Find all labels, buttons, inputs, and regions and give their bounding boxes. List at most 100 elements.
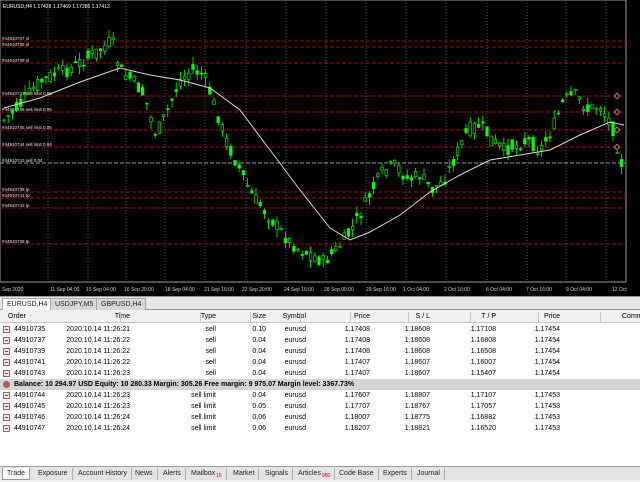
candle-body	[481, 121, 485, 124]
cell-type: sell limit	[191, 403, 216, 410]
column-separator[interactable]	[300, 312, 301, 322]
terminal-tab[interactable]: News	[131, 468, 158, 480]
cell-tp: 1.16520	[470, 425, 496, 432]
x-axis-tick-label: 22 Sep 20:00	[242, 287, 272, 293]
order-icon	[3, 348, 10, 355]
x-axis-tick-label: 9 Oct 04:00	[566, 287, 592, 293]
candle-body	[535, 152, 539, 155]
candle-body	[6, 114, 10, 117]
column-separator[interactable]	[200, 312, 201, 322]
candle-body	[518, 148, 523, 150]
chart-canvas[interactable]: #44910737 sl#44910735 sl #44910739 sl #449…	[0, 0, 640, 296]
column-header[interactable]: Comm	[622, 311, 640, 323]
pending-order-row[interactable]: 44910746 2020.10.14 11:26:24 sell limit 0.0…	[0, 412, 640, 423]
column-separator[interactable]	[120, 312, 121, 322]
candle-body	[544, 137, 548, 142]
open-order-row[interactable]: 44910741 2020.10.14 11:26:22 sell 0.04 eurus…	[0, 357, 640, 368]
candle-body	[262, 210, 267, 215]
column-separator[interactable]	[250, 312, 251, 322]
candle-body	[607, 117, 611, 126]
price-chart[interactable]: #44910737 sl #44910735 sl #44910739 sl #449…	[0, 0, 640, 296]
open-order-row[interactable]: 44910743 2020.10.14 11:26:23 sell 0.04 eurus…	[0, 368, 640, 379]
candle-body	[250, 190, 254, 194]
candle-body	[48, 72, 52, 82]
terminal-tab-label: News	[135, 470, 153, 477]
terminal-tab[interactable]: Code Base	[335, 468, 379, 480]
terminal-tab[interactable]: Articles950	[294, 468, 336, 480]
cell-type: sell	[205, 359, 216, 366]
pending-order-row[interactable]: 44910744 2020.10.14 11:26:23 sell limit 0.0…	[0, 390, 640, 401]
cell-sl: 1.18821	[404, 425, 430, 432]
candle-body	[325, 259, 330, 264]
candle-body	[594, 108, 598, 110]
terminal-tab[interactable]: Exposure	[34, 468, 73, 480]
terminal-tab[interactable]: Experts	[379, 468, 412, 480]
candle-body	[384, 169, 388, 176]
candle-body	[237, 164, 241, 169]
candle-body	[94, 48, 98, 59]
candle-body	[283, 238, 288, 243]
chart-tab[interactable]: EURUSD,H4	[2, 298, 53, 310]
column-header[interactable]: T / P	[456, 311, 496, 323]
candle-body	[166, 108, 170, 110]
column-separator[interactable]	[538, 312, 539, 322]
candle-body	[539, 144, 544, 151]
cell-tp: 1.16007	[470, 359, 496, 366]
terminal-tab[interactable]: Alerts	[159, 468, 186, 480]
order-line-label: #44910742 tp	[2, 203, 30, 208]
open-order-row[interactable]: 44910735 2020.10.14 11:26:21 sell 0.10 eurus…	[0, 324, 640, 335]
table-header-row: Order Time Type Size Symbol Price S / LT / P Pr…	[0, 311, 640, 323]
candle-body	[455, 146, 460, 157]
cell-type: sell	[205, 337, 216, 344]
pending-order-row[interactable]: 44910747 2020.10.14 11:26:24 sell limit 0.0…	[0, 423, 640, 434]
chart-tab[interactable]: GBPUSD,H4	[96, 298, 147, 310]
cell-price: 1.17607	[344, 392, 370, 399]
candle-body	[212, 99, 216, 105]
open-order-row[interactable]: 44910737 2020.10.14 11:26:22 sell 0.04 eurus…	[0, 335, 640, 346]
cell-price: 1.17707	[344, 403, 370, 410]
order-icon	[3, 425, 10, 432]
candle-body	[392, 159, 397, 164]
candle-body	[271, 219, 275, 226]
candle-body	[107, 36, 111, 47]
column-header[interactable]: Price	[522, 311, 560, 323]
candle-body	[195, 70, 199, 75]
column-separator[interactable]	[408, 312, 409, 322]
terminal-tab[interactable]: Mailbox15	[187, 468, 227, 480]
cell-sl: 1.18775	[404, 414, 430, 421]
x-axis-tick-label: 6 Oct 04:00	[486, 287, 512, 293]
pending-order-row[interactable]: 44910745 2020.10.14 11:26:23 sell limit 0.0…	[0, 401, 640, 412]
terminal-tab[interactable]: Signals	[261, 468, 293, 480]
open-order-row[interactable]: 44910739 2020.10.14 11:26:22 sell 0.04 eurus…	[0, 346, 640, 357]
candle-body	[569, 91, 573, 96]
candle-body	[120, 64, 124, 67]
column-separator[interactable]	[600, 312, 601, 322]
terminal-tab[interactable]: Account History	[74, 468, 133, 480]
chart-tab[interactable]: USDJPY,M5	[50, 298, 99, 310]
column-separator[interactable]	[350, 312, 351, 322]
cell-price: 1.17453	[534, 392, 560, 399]
candle-body	[489, 135, 493, 147]
column-header[interactable]: Type	[182, 311, 216, 323]
candle-body	[485, 126, 489, 137]
column-separator[interactable]	[470, 312, 471, 322]
terminal-trade-table[interactable]: Order Time Type Size Symbol Price S / LT / P Pr…	[0, 311, 640, 467]
cell-sl: 1.18608	[404, 348, 430, 355]
candle-body	[40, 78, 44, 83]
column-header[interactable]: Order	[8, 311, 68, 323]
cell-price: 1.18007	[344, 414, 370, 421]
terminal-tab[interactable]: Market	[229, 468, 260, 480]
candle-body	[464, 128, 468, 133]
candle-body	[124, 75, 128, 80]
terminal-tab[interactable]: Journal	[413, 468, 445, 480]
candle-body	[170, 98, 174, 101]
candle-body	[103, 45, 107, 52]
terminal-tab[interactable]: Trade	[2, 468, 31, 480]
candle-body	[225, 137, 229, 147]
candle-body	[229, 146, 233, 156]
candle-body	[174, 89, 178, 93]
order-line-label: #44910735 sl	[2, 42, 29, 47]
sort-indicator-icon: ⁄	[30, 313, 32, 320]
cell-sl: 1.18807	[404, 392, 430, 399]
candle-body	[90, 50, 94, 54]
